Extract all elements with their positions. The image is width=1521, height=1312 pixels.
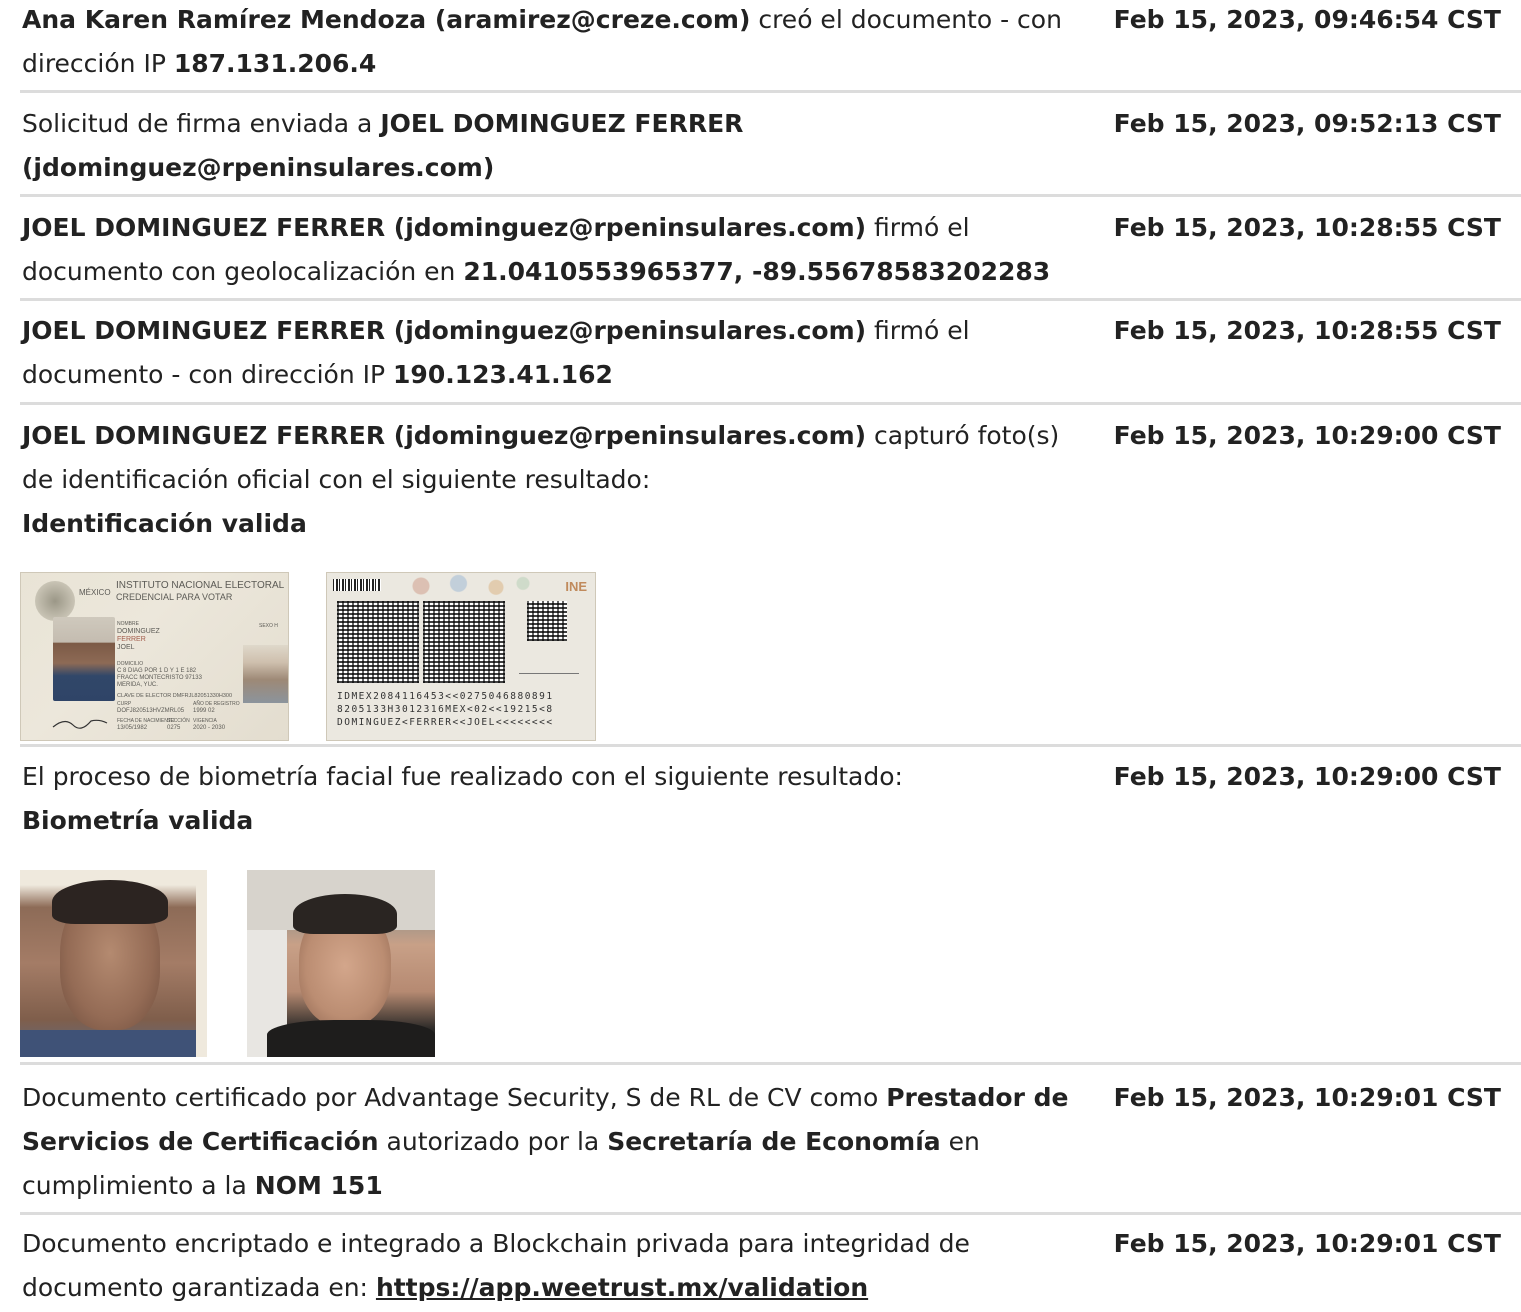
id-back-image: INE IDMEX2084116453<<0275046880891 82051… — [326, 572, 596, 741]
bold-text: 187.131.206.4 — [173, 49, 377, 78]
text: El proceso de biometría facial fue reali… — [22, 762, 903, 791]
id-front-image: MÉXICO INSTITUTO NACIONAL ELECTORAL CRED… — [20, 572, 289, 741]
entry-timestamp: Feb 15, 2023, 09:52:13 CST — [1113, 109, 1501, 138]
qr-code-left — [337, 601, 419, 683]
selfie-image — [247, 870, 435, 1057]
bold-text: NOM 151 — [254, 1171, 383, 1200]
entry-description: El proceso de biometría facial fue reali… — [22, 755, 1072, 843]
bold-text: Ana Karen Ramírez Mendoza (aramirez@crez… — [22, 5, 751, 34]
id-face-crop-image — [20, 870, 207, 1057]
entry-description: Documento certificado por Advantage Secu… — [22, 1076, 1072, 1208]
bold-text: 190.123.41.162 — [393, 360, 613, 389]
id-photo — [53, 617, 115, 701]
text: Documento certificado por Advantage Secu… — [22, 1083, 887, 1112]
entry-timestamp: Feb 15, 2023, 10:28:55 CST — [1113, 316, 1501, 345]
bold-text: JOEL DOMINGUEZ FERRER (jdominguez@rpenin… — [22, 213, 867, 242]
divider — [20, 298, 1521, 301]
qr-code-center — [423, 601, 505, 683]
divider — [20, 744, 1521, 747]
entry-timestamp: Feb 15, 2023, 10:28:55 CST — [1113, 213, 1501, 242]
text: Solicitud de firma enviada a — [22, 109, 381, 138]
entry-timestamp: Feb 15, 2023, 09:46:54 CST — [1113, 5, 1501, 34]
bold-text: Biometría valida — [22, 806, 254, 835]
barcode-icon — [333, 579, 381, 591]
entry-description: Solicitud de firma enviada a JOEL DOMING… — [22, 102, 1072, 190]
divider — [20, 194, 1521, 197]
divider — [20, 402, 1521, 405]
bold-text: Secretaría de Economía — [607, 1127, 941, 1156]
qr-code-right — [527, 601, 567, 641]
entry-description: JOEL DOMINGUEZ FERRER (jdominguez@rpenin… — [22, 309, 1072, 397]
entry-description: Ana Karen Ramírez Mendoza (aramirez@crez… — [22, 0, 1072, 86]
bold-text: JOEL DOMINGUEZ FERRER (jdominguez@rpenin… — [22, 316, 867, 345]
entry-timestamp: Feb 15, 2023, 10:29:00 CST — [1113, 421, 1501, 450]
bold-text: Identificación valida — [22, 509, 307, 538]
id-ghost-photo — [243, 645, 288, 703]
divider — [20, 90, 1521, 93]
divider — [20, 1062, 1521, 1065]
bold-text: JOEL DOMINGUEZ FERRER (jdominguez@rpenin… — [22, 421, 867, 450]
bold-text: 21.0410553965377, -89.55678583202283 — [463, 257, 1051, 286]
validation-link[interactable]: https://app.weetrust.mx/validation — [376, 1273, 868, 1302]
signature-drawing — [52, 719, 108, 729]
entry-timestamp: Feb 15, 2023, 10:29:01 CST — [1113, 1083, 1501, 1112]
entry-description: JOEL DOMINGUEZ FERRER (jdominguez@rpenin… — [22, 206, 1072, 294]
coat-of-arms-icon — [35, 581, 75, 621]
entry-timestamp: Feb 15, 2023, 10:29:01 CST — [1113, 1229, 1501, 1258]
text: autorizado por la — [378, 1127, 608, 1156]
entry-timestamp: Feb 15, 2023, 10:29:00 CST — [1113, 762, 1501, 791]
entry-description: Documento encriptado e integrado a Block… — [22, 1222, 1072, 1310]
divider — [20, 1212, 1521, 1215]
entry-description: JOEL DOMINGUEZ FERRER (jdominguez@rpenin… — [22, 414, 1072, 546]
